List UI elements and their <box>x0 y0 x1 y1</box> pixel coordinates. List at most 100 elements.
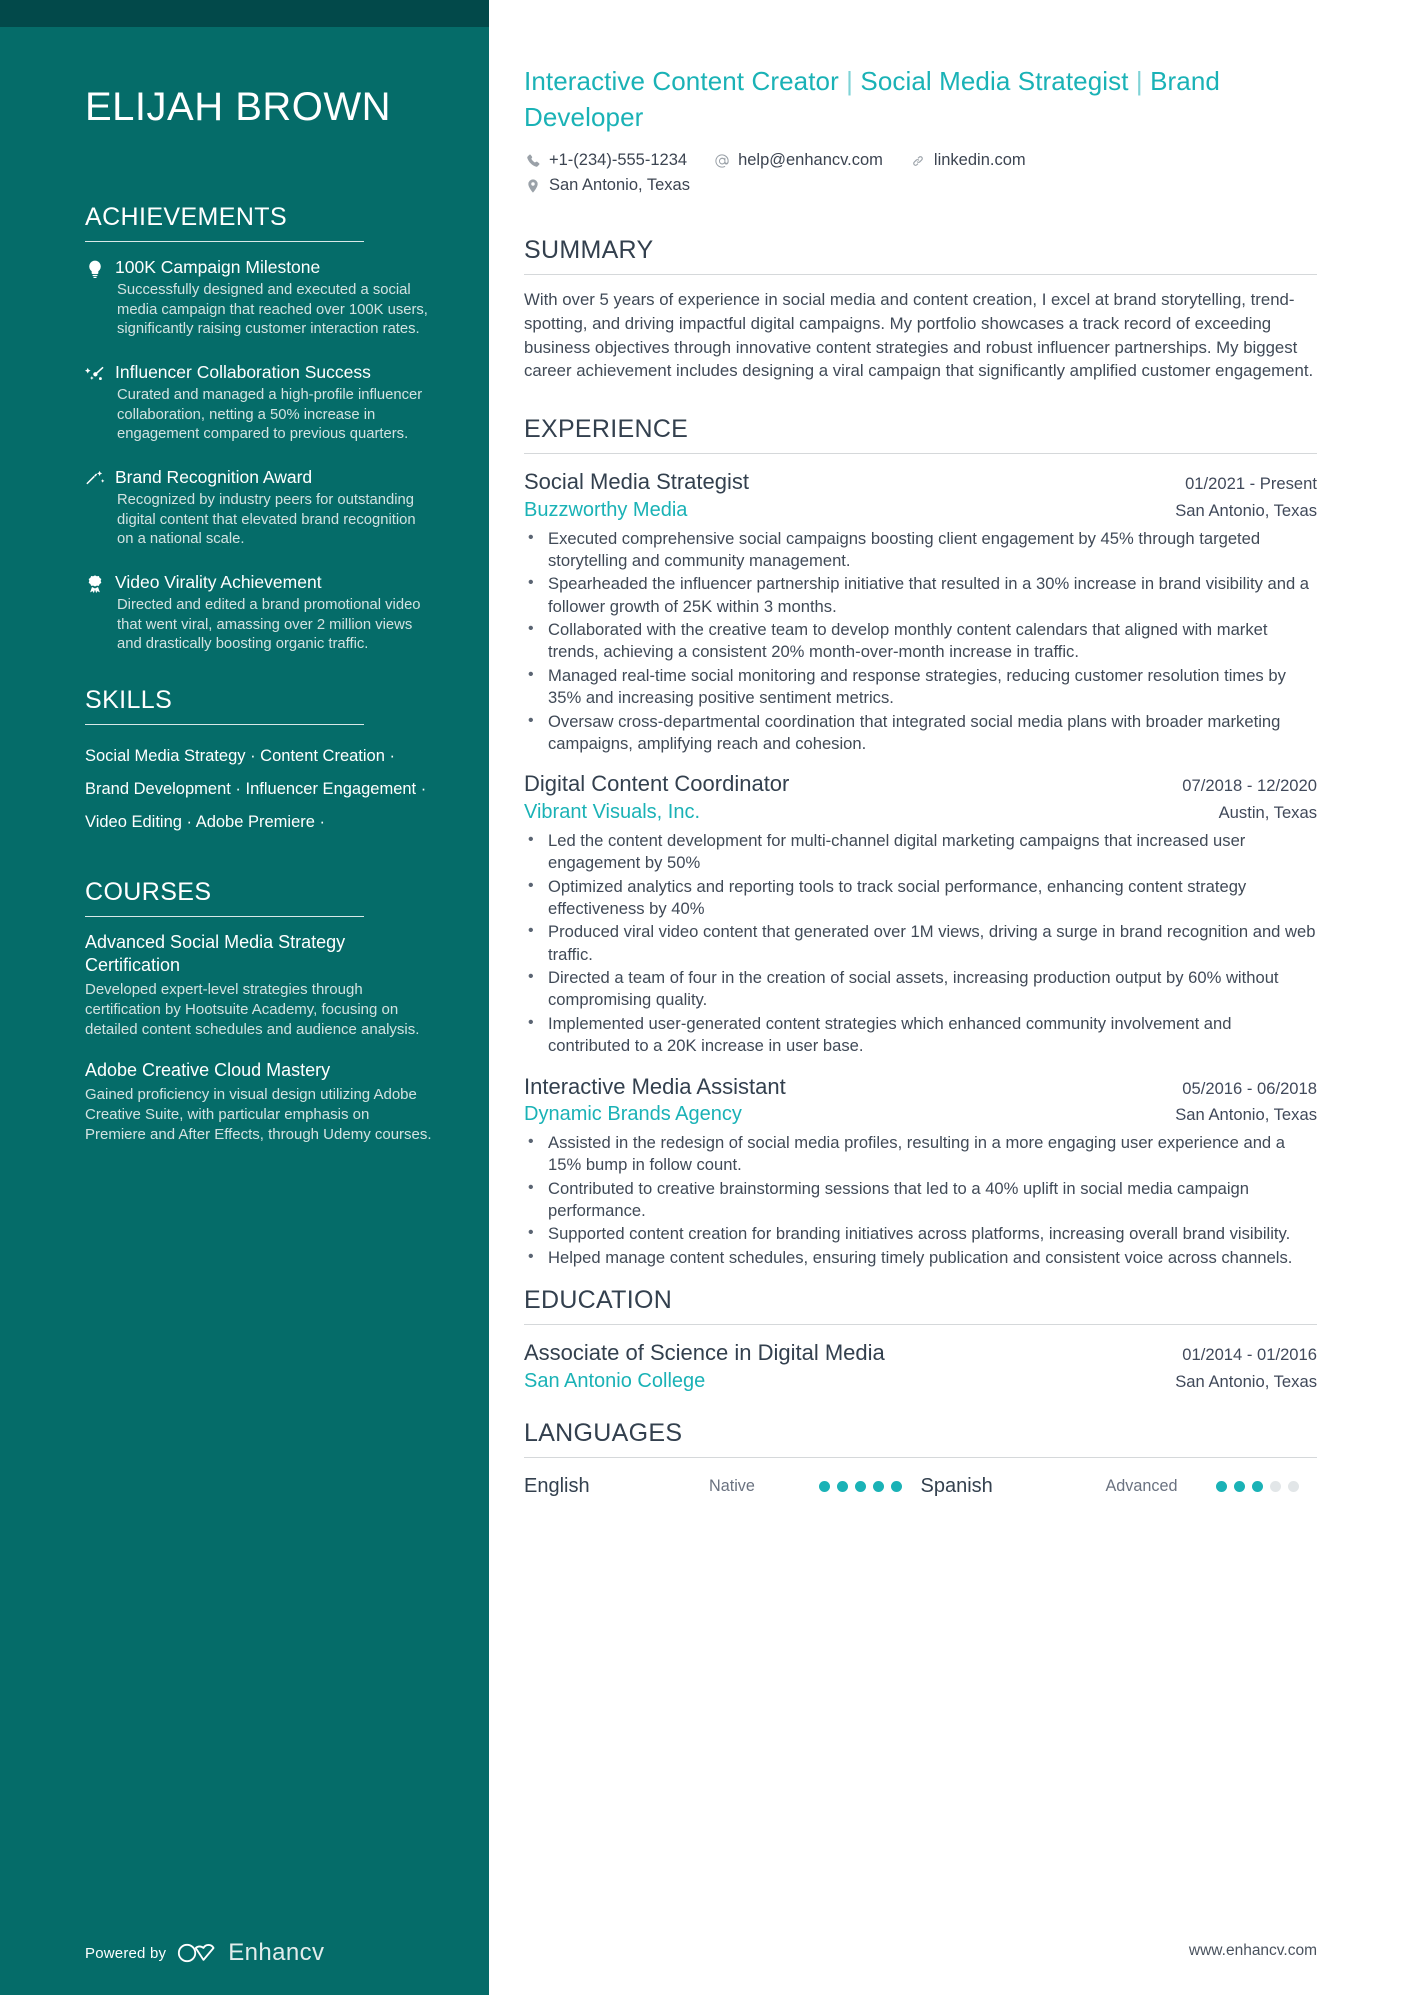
job-bullet: Supported content creation for branding … <box>524 1222 1317 1245</box>
job-title: Interactive Media Assistant <box>524 1073 786 1099</box>
section-skills: SKILLS Social Media Strategy · Content C… <box>85 685 433 839</box>
achievements-heading: ACHIEVEMENTS <box>85 203 288 231</box>
achievements-divider <box>85 241 364 242</box>
achievement-title: 100K Campaign Milestone <box>115 257 321 277</box>
proficiency-dot <box>1215 1480 1227 1492</box>
contact-email[interactable]: help@enhancv.com <box>713 148 883 174</box>
education-school: San Antonio College <box>524 1369 706 1392</box>
achievement-item: Video Virality Achievement Directed and … <box>85 571 433 655</box>
achievement-description: Recognized by industry peers for outstan… <box>117 492 416 548</box>
job-bullet: Collaborated with the creative team to d… <box>524 618 1317 664</box>
experience-heading: EXPERIENCE <box>524 415 689 444</box>
language-proficiency-dots <box>819 1480 902 1492</box>
experience-top-row: Interactive Media Assistant 05/2016 - 06/… <box>524 1072 1317 1102</box>
skill-item: Adobe Premiere <box>195 812 315 831</box>
at-sign-icon <box>713 152 731 170</box>
proficiency-dot <box>819 1480 830 1492</box>
contact-linkedin[interactable]: linkedin.com <box>909 148 1026 174</box>
achievement-title: Video Virality Achievement <box>115 571 322 592</box>
job-company[interactable]: Vibrant Visuals, Inc. <box>524 799 700 827</box>
achievement-description: Successfully designed and executed a soc… <box>117 282 428 338</box>
proficiency-dot <box>1287 1480 1299 1492</box>
summary-heading: SUMMARY <box>524 235 654 264</box>
proficiency-dot <box>891 1480 902 1492</box>
job-bullet: Executed comprehensive social campaigns … <box>524 527 1317 573</box>
proficiency-dot <box>837 1480 848 1492</box>
education-entry-top-row: Associate of Science in Digital Media 01… <box>524 1338 1317 1368</box>
course-description: Gained proficiency in visual design util… <box>85 1086 432 1144</box>
lightbulb-icon <box>85 256 115 340</box>
experience-top-row: Digital Content Coordinator 07/2018 - 12/… <box>524 769 1317 799</box>
course-item: Advanced Social Media Strategy Certifica… <box>85 931 433 1039</box>
location-pin-icon <box>524 177 542 195</box>
course-item: Adobe Creative Cloud Mastery Gained prof… <box>85 1059 433 1144</box>
professional-headline: Interactive Content Creator | Social Med… <box>524 64 1317 136</box>
sidebar: ELIJAH BROWN ACHIEVEMENTS 100K Campaign … <box>0 0 489 1995</box>
contact-row-primary: +1-(234)-555-1234 help@enhancv.com linke… <box>524 148 1317 174</box>
skills-list: Social Media Strategy · Content Creation… <box>85 739 433 839</box>
achievement-item: Influencer Collaboration Success Curated… <box>85 361 433 445</box>
education-location: San Antonio, Texas <box>1175 1371 1317 1391</box>
courses-heading: COURSES <box>85 877 212 906</box>
job-bullet: Directed a team of four in the creation … <box>524 966 1317 1012</box>
headline-separator: | <box>1128 66 1151 96</box>
summary-divider <box>524 273 1317 275</box>
experience-entry: Social Media Strategist 01/2021 - Present… <box>524 467 1317 755</box>
contact-phone[interactable]: +1-(234)-555-1234 <box>524 148 687 174</box>
proficiency-dot <box>873 1480 884 1492</box>
education-dates: 01/2014 - 01/2016 <box>1182 1345 1317 1365</box>
contact-location: San Antonio, Texas <box>524 173 690 199</box>
contact-block: +1-(234)-555-1234 help@enhancv.com linke… <box>524 148 1317 199</box>
job-bullet: Assisted in the redesign of social media… <box>524 1131 1317 1177</box>
experience-bottom-row: Vibrant Visuals, Inc. Austin, Texas <box>524 799 1317 827</box>
education-entry-bottom-row: San Antonio College San Antonio, Texas <box>524 1368 1317 1396</box>
contact-row-location: San Antonio, Texas <box>524 173 1317 199</box>
main-column: Interactive Content Creator | Social Med… <box>489 0 1410 1995</box>
shooting-star-icon <box>85 361 115 445</box>
proficiency-dot <box>1251 1480 1263 1492</box>
skill-item: Brand Development <box>85 779 231 798</box>
section-education: EDUCATION Associate of Science in Digita… <box>524 1285 1317 1395</box>
skill-item: Social Media Strategy <box>85 746 246 765</box>
job-bullet: Oversaw cross-departmental coordination … <box>524 710 1317 756</box>
languages-divider <box>524 1456 1317 1458</box>
job-bullet: Produced viral video content that genera… <box>524 920 1317 966</box>
job-company[interactable]: Dynamic Brands Agency <box>524 1101 742 1129</box>
languages-list: English Native Spanish Advanced <box>524 1471 1317 1498</box>
language-item: English Native <box>524 1475 921 1498</box>
skill-separator: · <box>384 746 396 765</box>
job-bullet: Helped manage content schedules, ensurin… <box>524 1246 1317 1269</box>
course-description: Developed expert-level strategies throug… <box>85 981 420 1038</box>
enhancv-mark-icon <box>177 1942 219 1964</box>
skill-item: Video Editing <box>85 812 182 831</box>
contact-email-value: help@enhancv.com <box>738 150 883 169</box>
experience-list: Social Media Strategist 01/2021 - Present… <box>524 467 1317 1269</box>
education-heading: EDUCATION <box>524 1286 673 1315</box>
skills-heading: SKILLS <box>85 685 173 714</box>
language-proficiency-dots <box>1215 1480 1299 1492</box>
award-medal-icon <box>85 571 115 655</box>
job-location: San Antonio, Texas <box>1175 500 1317 520</box>
job-company[interactable]: Buzzworthy Media <box>524 497 687 525</box>
section-summary: SUMMARY With over 5 years of experience … <box>524 235 1317 383</box>
contact-linkedin-value: linkedin.com <box>933 150 1026 169</box>
sidebar-content: ELIJAH BROWN ACHIEVEMENTS 100K Campaign … <box>0 0 489 1995</box>
skill-item: Content Creation <box>260 746 385 765</box>
section-courses: COURSES Advanced Social Media Strategy C… <box>85 877 433 1145</box>
job-bullet: Managed real-time social monitoring and … <box>524 664 1317 710</box>
footer-url: www.enhancv.com <box>1188 1942 1317 1959</box>
language-item: Spanish Advanced <box>921 1475 1318 1498</box>
magic-wand-icon <box>85 466 115 550</box>
experience-top-row: Social Media Strategist 01/2021 - Present <box>524 467 1317 497</box>
skill-separator: · <box>314 812 326 831</box>
course-title: Adobe Creative Cloud Mastery <box>85 1060 331 1081</box>
skill-separator: · <box>245 746 261 765</box>
job-bullet-list: Assisted in the redesign of social media… <box>524 1131 1317 1269</box>
job-bullet-list: Executed comprehensive social campaigns … <box>524 527 1317 756</box>
phone-icon <box>524 152 542 170</box>
achievement-description: Curated and managed a high-profile influ… <box>117 387 423 443</box>
courses-divider <box>85 915 364 917</box>
achievement-title: Brand Recognition Award <box>115 466 313 487</box>
experience-entry: Interactive Media Assistant 05/2016 - 06/… <box>524 1072 1317 1270</box>
language-name: English <box>524 1474 590 1497</box>
